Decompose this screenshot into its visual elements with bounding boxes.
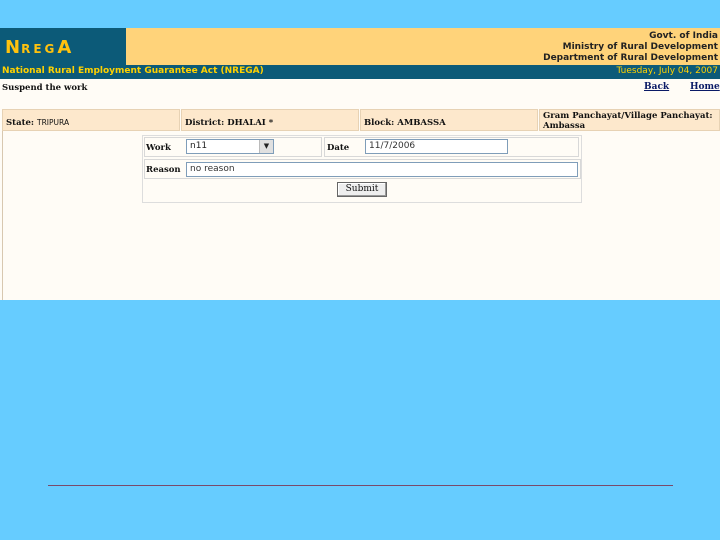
logo-text: NREGA: [5, 37, 73, 58]
nrega-logo: NREGA: [0, 28, 126, 65]
gov-line: Department of Rural Development: [543, 53, 718, 63]
district-cell: District: DHALAI *: [181, 109, 359, 131]
work-label: Work: [146, 143, 171, 153]
dropdown-arrow-icon[interactable]: ▼: [259, 140, 273, 153]
left-border: [2, 131, 3, 300]
suspend-form: Work n11 ▼ Date 11/7/2006 Reason no reas…: [142, 135, 582, 203]
location-row: State: TRIPURA District: DHALAI * Block:…: [0, 109, 720, 133]
act-title: National Rural Employment Guarantee Act …: [2, 66, 264, 76]
gram-panchayat-cell: Gram Panchayat/Village Panchayat: Ambass…: [539, 109, 720, 131]
date-label: Date: [327, 143, 350, 153]
government-title: Govt. of India Ministry of Rural Develop…: [543, 31, 718, 64]
state-value: TRIPURA: [37, 118, 70, 127]
gram-panchayat-value: Ambassa: [543, 121, 586, 131]
nav-row: Suspend the work Back Home: [0, 79, 720, 101]
bottom-divider: [48, 485, 673, 486]
block-cell: Block: AMBASSA: [360, 109, 538, 131]
gov-line: Ministry of Rural Development: [562, 42, 718, 52]
page-panel: NREGA Govt. of India Ministry of Rural D…: [0, 28, 720, 300]
reason-input[interactable]: no reason: [186, 162, 578, 177]
section-title: Suspend the work: [2, 83, 88, 93]
back-link[interactable]: Back: [644, 82, 669, 92]
home-link[interactable]: Home: [690, 82, 720, 92]
header-banner: NREGA Govt. of India Ministry of Rural D…: [0, 28, 720, 65]
submit-button[interactable]: Submit: [337, 182, 387, 197]
gov-line: Govt. of India: [649, 31, 718, 41]
date-input[interactable]: 11/7/2006: [365, 139, 508, 154]
reason-label: Reason: [146, 165, 181, 175]
current-date: Tuesday, July 04, 2007: [616, 66, 718, 76]
work-select[interactable]: n11 ▼: [186, 139, 274, 154]
act-bar: National Rural Employment Guarantee Act …: [0, 65, 720, 79]
state-cell: State: TRIPURA: [2, 109, 180, 131]
